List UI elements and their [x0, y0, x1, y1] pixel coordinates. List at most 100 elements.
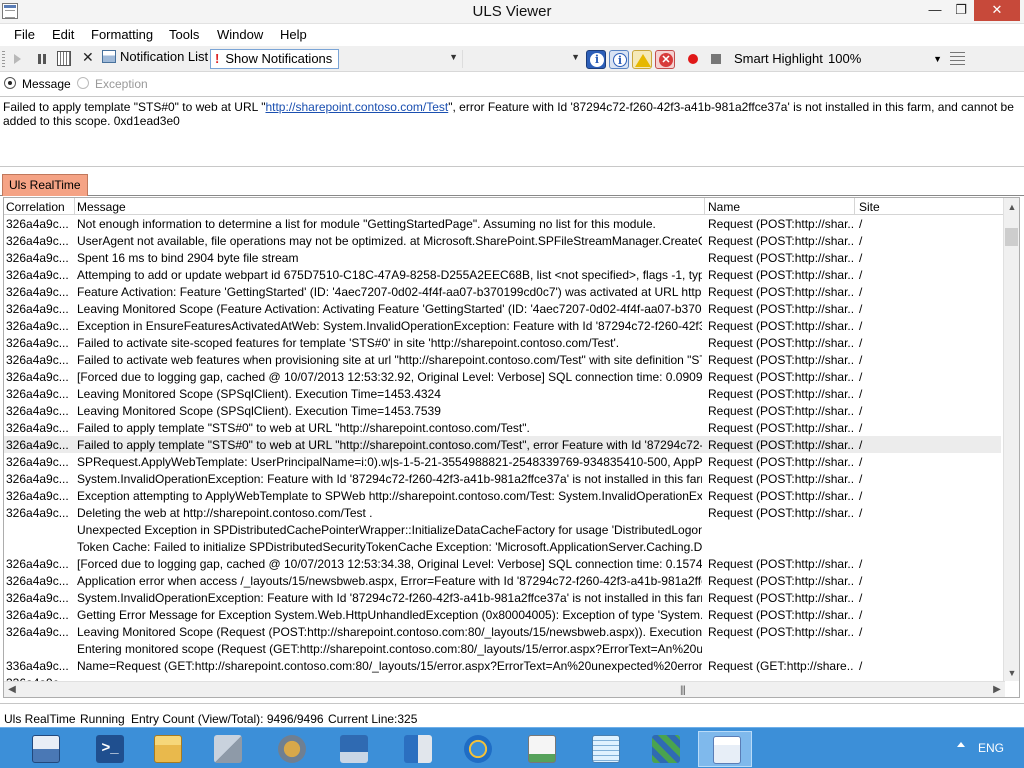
log-row[interactable]: 326a4a9c... UserAgent not available, file… — [4, 232, 1001, 249]
notification-list-button[interactable]: Notification List — [102, 49, 208, 68]
log-row[interactable]: 326a4a9c... Application error when access… — [4, 572, 1001, 589]
admin-tools-icon[interactable] — [200, 731, 254, 767]
log-row[interactable]: 326a4a9c... System.InvalidOperationExcept… — [4, 589, 1001, 606]
column-header-correlation[interactable]: Correlation — [6, 200, 65, 214]
log-row[interactable]: 326a4a9c... Feature Activation: Feature '… — [4, 283, 1001, 300]
configuration-wizard-icon[interactable] — [264, 731, 318, 767]
message-radio[interactable] — [4, 77, 16, 89]
column-divider[interactable] — [704, 198, 705, 214]
scroll-up-icon[interactable]: ▲ — [1004, 199, 1019, 215]
log-row[interactable]: 326a4a9c... Getting Error Message for Exc… — [4, 606, 1001, 623]
critical-level-toggle[interactable]: i — [586, 50, 606, 69]
log-row[interactable]: 326a4a9c... [Forced due to logging gap, c… — [4, 368, 1001, 385]
column-header-name[interactable]: Name — [708, 200, 740, 214]
cell-correlation: 326a4a9c... — [6, 455, 69, 469]
message-radio-label[interactable]: Message — [22, 77, 71, 91]
zoom-select[interactable]: 100% ▼ — [828, 51, 948, 69]
log-row[interactable]: Token Cache: Failed to initialize SPDist… — [4, 538, 1001, 555]
smart-highlight-toggle[interactable]: Smart Highlight — [734, 51, 823, 69]
warning-level-toggle[interactable] — [632, 50, 652, 69]
show-notifications-button[interactable]: ! Show Notifications — [210, 49, 339, 69]
uls-viewer-taskbar-button[interactable] — [698, 731, 752, 767]
record-icon[interactable] — [688, 54, 698, 64]
log-row[interactable]: 326a4a9c... Attemping to add or update we… — [4, 266, 1001, 283]
log-row[interactable]: 326a4a9c... Leaving Monitored Scope (SPSq… — [4, 402, 1001, 419]
log-grid[interactable]: Correlation Message Name Site 326a4a9c..… — [3, 197, 1020, 698]
stop-icon[interactable] — [711, 54, 721, 64]
log-row[interactable]: 326a4a9c... Failed to apply template "STS… — [4, 436, 1001, 453]
log-row[interactable]: Entering monitored scope (Request (GET:h… — [4, 640, 1001, 657]
vertical-scroll-thumb[interactable] — [1005, 228, 1018, 246]
log-row[interactable]: 326a4a9c... Failed to apply template "STS… — [4, 419, 1001, 436]
filter-dropdown-1[interactable]: ▼ — [340, 50, 462, 68]
log-row[interactable]: 326a4a9c... SPRequest.ApplyWebTemplate: U… — [4, 453, 1001, 470]
log-row[interactable]: 326a4a9c... Exception in EnsureFeaturesAc… — [4, 317, 1001, 334]
cell-name: Request (POST:http://shar... — [708, 302, 854, 316]
menu-edit[interactable]: Edit — [49, 27, 77, 42]
log-row[interactable]: 326a4a9c... Leaving Monitored Scope (SPSq… — [4, 385, 1001, 402]
task-scheduler-icon[interactable] — [514, 731, 568, 767]
log-row[interactable]: 326a4a9c... Deleting the web at http://sh… — [4, 504, 1001, 521]
play-icon[interactable] — [14, 54, 24, 64]
menu-help[interactable]: Help — [277, 27, 310, 42]
show-hidden-icons-chevron-icon[interactable] — [957, 742, 965, 747]
close-button[interactable]: ✕ — [974, 0, 1020, 21]
column-header-site[interactable]: Site — [859, 200, 880, 214]
tree-view-icon[interactable] — [950, 52, 965, 65]
log-row[interactable]: 326a4a9c... Failed to activate site-scope… — [4, 334, 1001, 351]
powershell-icon[interactable]: >_ — [82, 731, 136, 767]
scroll-down-icon[interactable]: ▼ — [1004, 665, 1019, 681]
message-detail-link[interactable]: http://sharepoint.contoso.com/Test — [265, 100, 448, 114]
internet-explorer-icon[interactable] — [450, 731, 504, 767]
cell-message: Leaving Monitored Scope (SPSqlClient). E… — [77, 387, 441, 401]
sharepoint-products-icon[interactable] — [390, 731, 444, 767]
horizontal-scroll-grip-icon[interactable]: ||| — [680, 685, 686, 696]
exception-radio[interactable] — [77, 77, 89, 89]
log-row[interactable]: 336a4a9c... — [4, 674, 1001, 681]
notepad-icon[interactable] — [578, 731, 632, 767]
notification-list-label: Notification List — [120, 49, 209, 64]
scroll-left-icon[interactable]: ◀ — [4, 682, 20, 697]
file-explorer-icon[interactable] — [140, 731, 194, 767]
cell-site: / — [859, 302, 863, 316]
column-header-message[interactable]: Message — [77, 200, 126, 214]
log-row[interactable]: 326a4a9c... Exception attempting to Apply… — [4, 487, 1001, 504]
horizontal-scrollbar[interactable]: ◀ ||| ▶ — [4, 681, 1005, 697]
exception-radio-label[interactable]: Exception — [95, 77, 148, 91]
log-row[interactable]: 326a4a9c... Leaving Monitored Scope (Feat… — [4, 300, 1001, 317]
management-shell-icon[interactable] — [326, 731, 380, 767]
menu-formatting[interactable]: Formatting — [88, 27, 156, 42]
minimize-button[interactable]: — — [922, 0, 948, 21]
vm-manager-icon[interactable] — [638, 731, 692, 767]
log-row[interactable]: 336a4a9c... Name=Request (GET:http://shar… — [4, 657, 1001, 674]
column-divider[interactable] — [854, 198, 855, 214]
log-row[interactable]: 326a4a9c... Leaving Monitored Scope (Requ… — [4, 623, 1001, 640]
remove-filter-icon[interactable]: ✕ — [82, 49, 94, 67]
cell-name: Request (POST:http://shar... — [708, 285, 854, 299]
information-level-toggle[interactable]: i — [609, 50, 629, 69]
message-detail-panel[interactable]: Failed to apply template "STS#0" to web … — [0, 96, 1024, 167]
column-divider[interactable] — [74, 198, 75, 214]
menu-tools[interactable]: Tools — [166, 27, 202, 42]
menu-window[interactable]: Window — [214, 27, 266, 42]
pause-icon[interactable] — [38, 54, 46, 64]
error-level-toggle[interactable]: ✕ — [655, 50, 675, 69]
scroll-right-icon[interactable]: ▶ — [989, 682, 1005, 697]
clear-icon[interactable] — [57, 51, 71, 66]
toolbar-grip[interactable] — [2, 51, 5, 67]
vertical-scrollbar[interactable]: ▲ ▼ — [1003, 198, 1019, 681]
log-row[interactable]: 326a4a9c... Failed to activate web featur… — [4, 351, 1001, 368]
log-row[interactable]: Unexpected Exception in SPDistributedCac… — [4, 521, 1001, 538]
log-row[interactable]: 326a4a9c... [Forced due to logging gap, c… — [4, 555, 1001, 572]
log-row[interactable]: 326a4a9c... Not enough information to det… — [4, 215, 1001, 232]
maximize-button[interactable]: ❐ — [948, 0, 974, 21]
tab-uls-realtime[interactable]: Uls RealTime — [2, 174, 88, 196]
filter-dropdown-2[interactable]: ▼ — [462, 50, 584, 68]
log-row[interactable]: 326a4a9c... Spent 16 ms to bind 2904 byte… — [4, 249, 1001, 266]
dropdown-arrow-icon: ▼ — [449, 52, 458, 62]
language-indicator[interactable]: ENG — [978, 741, 1004, 755]
cell-site: / — [859, 217, 863, 231]
menu-file[interactable]: File — [11, 27, 38, 42]
log-row[interactable]: 326a4a9c... System.InvalidOperationExcept… — [4, 470, 1001, 487]
server-manager-icon[interactable] — [18, 731, 72, 767]
